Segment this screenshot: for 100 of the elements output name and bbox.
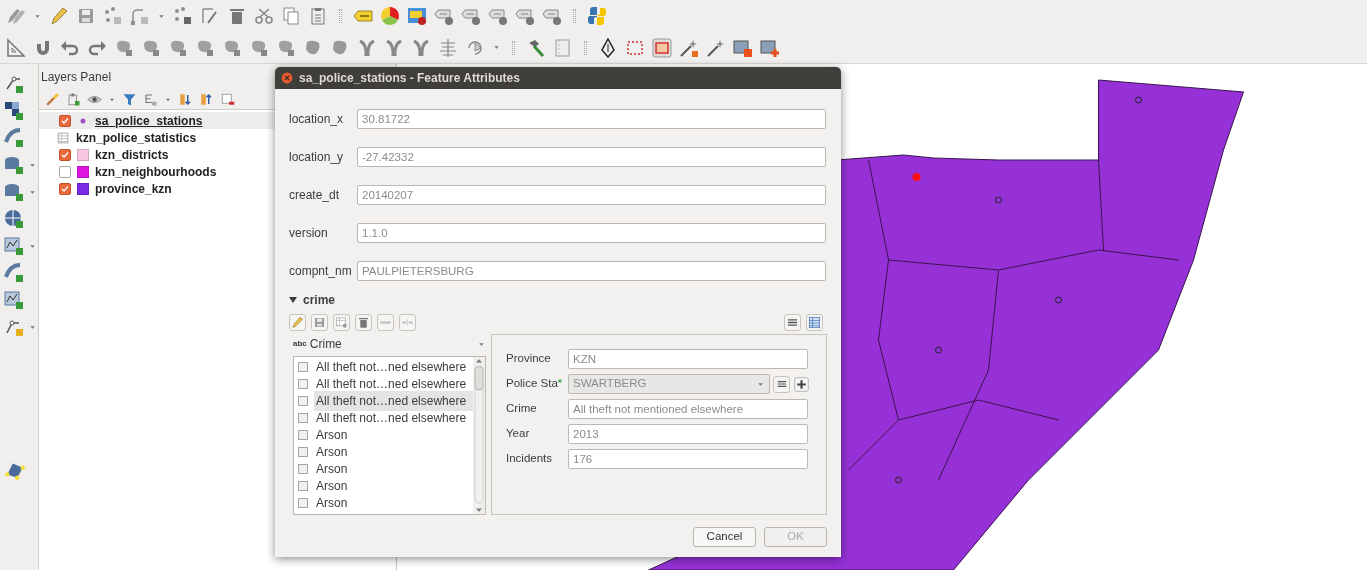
field-label: Province xyxy=(506,351,552,367)
add-button[interactable] xyxy=(333,314,350,331)
collapse-icon[interactable] xyxy=(199,92,214,107)
edit-button[interactable] xyxy=(289,314,306,331)
checkbox[interactable] xyxy=(298,497,308,508)
field-label: version xyxy=(289,225,329,242)
delete-button[interactable] xyxy=(355,314,372,331)
input-field[interactable]: 2013 xyxy=(568,424,808,444)
database-add-icon[interactable] xyxy=(4,155,24,175)
paint-brush-icon[interactable] xyxy=(45,92,60,107)
copy-icon[interactable] xyxy=(281,6,301,26)
ruler-icon[interactable] xyxy=(6,37,26,58)
pencils-icon[interactable] xyxy=(6,6,26,26)
pie-chart-icon[interactable] xyxy=(380,6,400,26)
checkbox[interactable] xyxy=(298,395,308,406)
selection-icon[interactable] xyxy=(652,37,672,58)
node-line-icon[interactable] xyxy=(4,317,24,337)
window-title: sa_police_stations - Feature Attributes xyxy=(299,70,520,87)
expand-icon[interactable] xyxy=(178,92,193,107)
field-label: create_dt xyxy=(289,187,341,204)
open-form-button[interactable] xyxy=(773,375,790,393)
link-button[interactable] xyxy=(377,314,394,331)
trash-icon xyxy=(357,316,370,329)
caret-icon[interactable] xyxy=(492,43,501,52)
unlink-icon xyxy=(401,316,414,329)
field-label: Police Sta* xyxy=(506,376,564,392)
scissors-icon[interactable] xyxy=(254,6,274,26)
checkbox[interactable] xyxy=(298,429,308,440)
close-icon[interactable] xyxy=(281,72,293,84)
input-field[interactable]: -27.42332 xyxy=(357,147,826,167)
checkbox[interactable] xyxy=(298,378,308,389)
form-view-icon xyxy=(786,316,799,329)
raster-add-icon[interactable] xyxy=(4,101,24,121)
remove-icon[interactable] xyxy=(220,92,235,107)
clipboard-icon[interactable] xyxy=(66,92,81,107)
paste-icon[interactable] xyxy=(308,6,328,26)
checkbox[interactable] xyxy=(298,463,308,474)
layer-name: kzn_neighbourhoods xyxy=(95,163,217,181)
dialog-button[interactable]: Cancel xyxy=(693,527,756,547)
points-icon[interactable] xyxy=(103,6,123,26)
globe-add-icon[interactable] xyxy=(4,209,24,229)
pencil-icon[interactable] xyxy=(49,6,69,26)
checkbox[interactable] xyxy=(59,165,71,178)
field-label: location_x xyxy=(289,111,345,128)
split-icon[interactable] xyxy=(411,37,431,58)
input-field[interactable]: KZN xyxy=(568,349,808,369)
scrollbar[interactable] xyxy=(473,357,485,514)
layer-name: sa_police_stations xyxy=(95,112,203,130)
save-icon xyxy=(313,316,326,329)
list-item[interactable]: All theft not…ned elsewhere xyxy=(314,390,473,411)
form-view-button[interactable] xyxy=(784,314,801,331)
split-icon[interactable] xyxy=(384,37,404,58)
points-move-icon[interactable] xyxy=(173,6,193,26)
chart-add-icon[interactable] xyxy=(4,236,24,256)
expand-arrow-icon[interactable] xyxy=(289,297,297,303)
node-tool-icon[interactable] xyxy=(200,6,220,26)
table-view-icon xyxy=(808,316,821,329)
input-field[interactable]: 30.81722 xyxy=(357,109,826,129)
checkbox[interactable] xyxy=(298,480,308,491)
panel-title: Layers Panel xyxy=(41,69,112,86)
layer-name: kzn_police_statistics xyxy=(76,129,197,147)
trash-icon[interactable] xyxy=(227,6,247,26)
layer-name: kzn_districts xyxy=(95,146,169,164)
checkbox[interactable] xyxy=(298,361,308,372)
align-icon[interactable] xyxy=(438,37,458,58)
split-icon[interactable] xyxy=(357,37,377,58)
pen-nib-icon[interactable] xyxy=(598,37,618,58)
field-label: Incidents xyxy=(506,451,554,467)
curve-add-icon[interactable] xyxy=(4,128,24,148)
input-field[interactable]: 176 xyxy=(568,449,808,469)
add-icon[interactable] xyxy=(793,375,810,393)
node-icon[interactable] xyxy=(130,6,150,26)
dropdown-value: SWARTBERG xyxy=(573,376,647,392)
label-highlight-icon[interactable] xyxy=(407,6,427,26)
save-button[interactable] xyxy=(311,314,328,331)
layer-row[interactable]: kzn_police_statistics xyxy=(39,129,396,146)
table-icon xyxy=(56,130,70,145)
save-icon[interactable] xyxy=(76,6,96,26)
input-field[interactable]: 1.1.0 xyxy=(357,223,826,243)
python-icon[interactable] xyxy=(587,6,607,26)
checkbox[interactable] xyxy=(298,446,308,457)
map-add-icon[interactable] xyxy=(733,37,753,58)
shape-add-icon[interactable] xyxy=(4,263,24,283)
checkbox[interactable] xyxy=(59,114,71,127)
field-label: Crime xyxy=(506,401,538,417)
expression-icon[interactable] xyxy=(143,92,158,107)
checkbox[interactable] xyxy=(59,148,71,161)
database-add-icon[interactable] xyxy=(4,182,24,202)
filter-icon[interactable] xyxy=(122,92,137,107)
line-add-icon[interactable] xyxy=(4,74,24,94)
checkbox[interactable] xyxy=(59,182,71,195)
field-label: compnt_nm xyxy=(289,263,353,280)
input-field[interactable]: 20140207 xyxy=(357,185,826,205)
table-view-button[interactable] xyxy=(806,314,823,331)
checkbox[interactable] xyxy=(298,412,308,423)
chart-add-icon[interactable] xyxy=(4,290,24,310)
input-field[interactable]: PAULPIETERSBURG xyxy=(357,261,826,281)
map-add-icon[interactable] xyxy=(760,37,780,58)
input-field[interactable]: All theft not mentioned elsewhere xyxy=(568,399,808,419)
list-icon xyxy=(775,378,788,390)
